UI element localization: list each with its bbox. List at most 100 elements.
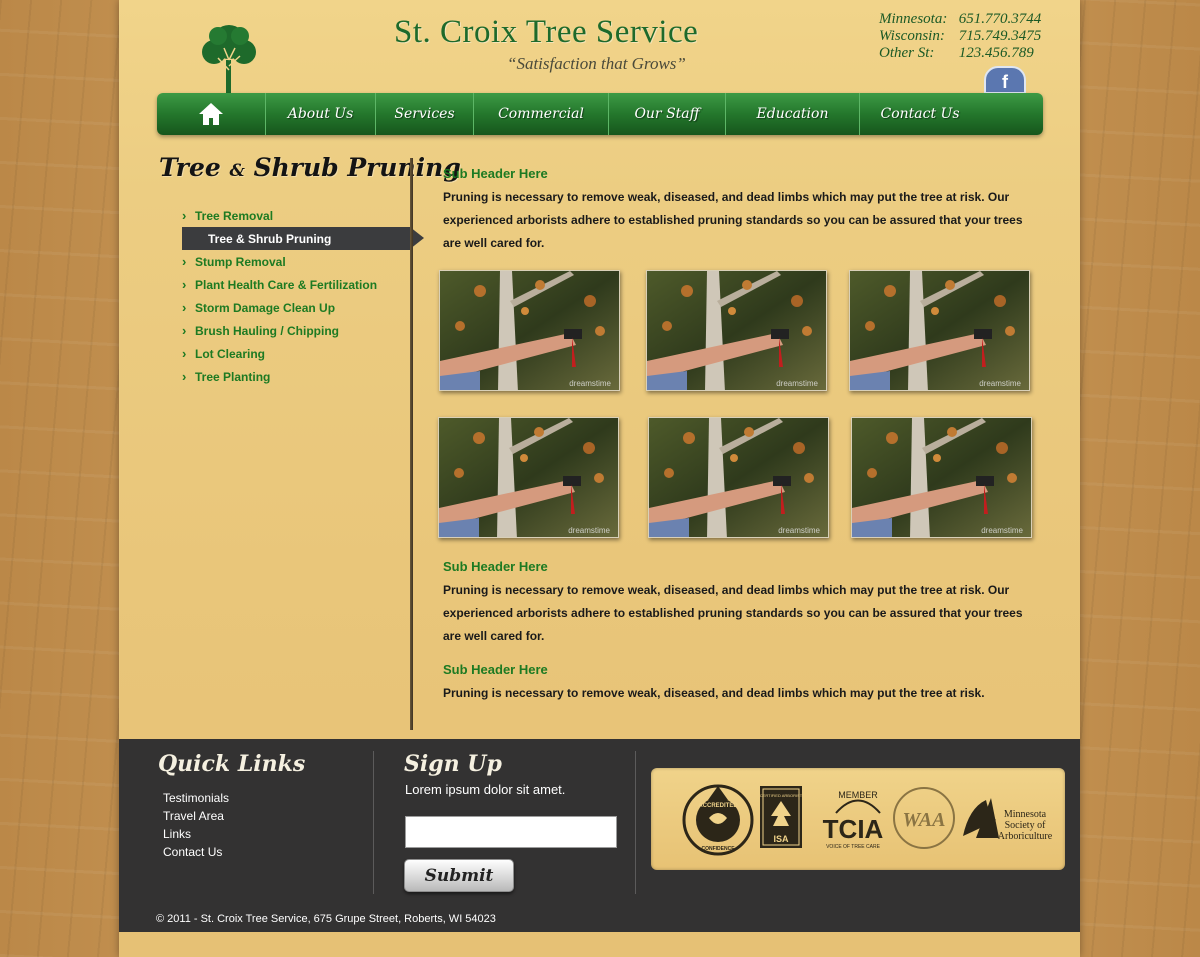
association-logos: ACCREDITED CONFIDENCE CERTIFIED ARBORIST… [682,784,1053,856]
phone-number[interactable]: 715.749.3475 [959,28,1042,44]
phone-label: Minnesota: [879,11,948,27]
watermark-text: dreamstime [981,526,1023,535]
chevron-right-icon: › [182,323,187,338]
mn-line2: Society of [1005,820,1046,831]
phone-number[interactable]: 123.456.789 [959,45,1034,61]
watermark-text: dreamstime [979,379,1021,388]
association-logos-panel: ACCREDITED CONFIDENCE CERTIFIED ARBORIST… [651,768,1065,870]
pruning-photo-image [852,418,1031,537]
chevron-right-icon: › [182,369,187,384]
section-paragraph: Pruning is necessary to remove weak, dis… [443,686,985,700]
nav-about-us[interactable]: About Us [266,93,376,135]
pruning-photo-image [649,418,828,537]
phone-row-wisconsin: Wisconsin: 715.749.3475 [879,28,1041,45]
watermark-text: dreamstime [569,379,611,388]
quick-link-travel-area[interactable]: Travel Area [163,809,224,823]
phone-list: Minnesota: 651.770.3744 Wisconsin: 715.7… [879,11,1041,62]
watermark-text: dreamstime [568,526,610,535]
page-heading: Tree & Shrub Pruning [159,153,461,182]
sidebar-item-label: Stump Removal [195,254,286,269]
gallery-photo[interactable]: dreamstime [438,417,619,538]
quick-link-contact-us[interactable]: Contact Us [163,845,222,859]
sidebar-item-label: Storm Damage Clean Up [195,300,336,315]
pruning-photo-image [439,418,618,537]
signup-email-input[interactable] [405,816,617,848]
pruning-photo-image [440,271,619,390]
chevron-right-icon: › [182,208,187,223]
tcia-logo-icon[interactable]: MEMBER TCIA VOICE OF TREE CARE [823,790,884,850]
waa-logo-icon[interactable]: WAA [893,787,955,849]
gallery-photo[interactable]: dreamstime [646,270,827,391]
sidebar-item-label: Tree & Shrub Pruning [208,231,332,246]
chevron-right-icon: › [182,300,187,315]
page-heading-part-b: Shrub Pruning [253,153,461,182]
nav-commercial[interactable]: Commercial [474,93,609,135]
watermark-text: dreamstime [778,526,820,535]
footer-divider [373,751,374,894]
footer-divider [635,751,636,894]
page-container: St. Croix Tree Service “Satisfaction tha… [119,0,1080,957]
accredited-bottom-text: CONFIDENCE [701,846,735,852]
submit-button[interactable]: Submit [404,859,514,892]
section-subheader: Sub Header Here [443,559,548,574]
nav-education[interactable]: Education [726,93,860,135]
sidebar-item-label: Plant Health Care & Fertilization [195,277,378,292]
quick-link-testimonials[interactable]: Testimonials [163,791,229,805]
quick-link-links[interactable]: Links [163,827,191,841]
accredited-text: ACCREDITED [698,803,738,809]
nav-contact-us[interactable]: Contact Us [860,93,980,135]
phone-number[interactable]: 651.770.3744 [959,11,1042,27]
sidebar-item-tree-shrub-pruning[interactable]: ›Tree & Shrub Pruning [182,227,424,250]
section-paragraph: Pruning is necessary to remove weak, dis… [443,190,1023,250]
watermark-text: dreamstime [776,379,818,388]
tcia-text: TCIA [823,814,884,844]
chevron-right-icon: › [182,254,187,269]
gallery-photo[interactable]: dreamstime [849,270,1030,391]
sidebar-item-label: Lot Clearing [195,346,266,361]
site-tagline: “Satisfaction that Grows” [507,54,686,73]
section-subheader: Sub Header Here [443,166,548,181]
phone-row-minnesota: Minnesota: 651.770.3744 [879,11,1041,28]
sidebar-item-lot-clearing[interactable]: › Lot Clearing [182,342,422,365]
sidebar-item-stump-removal[interactable]: › Stump Removal [182,250,422,273]
sidebar-item-tree-planting[interactable]: › Tree Planting [182,365,422,388]
services-sidebar: ›Tree Removal ›Tree & Shrub Pruning ›Stu… [182,204,424,388]
facebook-icon[interactable]: f [984,66,1026,94]
sidebar-item-plant-health[interactable]: › Plant Health Care & Fertilization [182,273,422,296]
gallery-photo[interactable]: dreamstime [851,417,1032,538]
sidebar-item-tree-removal[interactable]: › Tree Removal [182,204,422,227]
copyright-text: © 2011 - St. Croix Tree Service, 675 Gru… [156,913,496,925]
mn-line3: Arboriculture [998,831,1053,842]
footer: Quick Links Testimonials Travel Area Lin… [119,739,1080,932]
isa-top-text: CERTIFIED ARBORIST [760,793,803,798]
signup-description: Lorem ipsum dolor sit amet. [405,782,566,797]
nav-services[interactable]: Services [376,93,474,135]
section-paragraph: Pruning is necessary to remove weak, dis… [443,583,1023,643]
isa-certified-arborist-icon[interactable]: CERTIFIED ARBORIST ISA [760,786,803,848]
page-heading-amp: & [229,161,245,181]
sidebar-item-storm-damage[interactable]: › Storm Damage Clean Up [182,296,422,319]
chevron-right-icon: › [182,346,187,361]
sidebar-item-brush-hauling[interactable]: › Brush Hauling / Chipping [182,319,422,342]
isa-text: ISA [773,834,789,844]
tcia-member-text: MEMBER [838,790,878,800]
accredited-badge-icon[interactable]: ACCREDITED CONFIDENCE [682,784,754,856]
nav-our-staff[interactable]: Our Staff [609,93,726,135]
sidebar-divider [410,158,413,730]
tree-logo-icon[interactable] [194,20,264,94]
chevron-right-icon: › [182,277,187,292]
site-title[interactable]: St. Croix Tree Service [394,14,698,51]
home-icon [199,103,223,125]
phone-row-other: Other St: 123.456.789 [879,45,1041,62]
signup-heading: Sign Up [404,751,502,777]
minnesota-society-arboriculture-icon[interactable]: Minnesota Society of Arboriculture [963,798,1053,842]
mn-line1: Minnesota [1004,809,1047,820]
pruning-photo-image [647,271,826,390]
phone-label: Other St: [879,45,935,61]
sidebar-item-label: Tree Removal [195,208,274,223]
gallery-photo[interactable]: dreamstime [648,417,829,538]
sidebar-item-label: Tree Planting [195,369,271,384]
nav-home[interactable] [157,93,266,135]
gallery-photo[interactable]: dreamstime [439,270,620,391]
sidebar-item-label: Brush Hauling / Chipping [195,323,339,338]
